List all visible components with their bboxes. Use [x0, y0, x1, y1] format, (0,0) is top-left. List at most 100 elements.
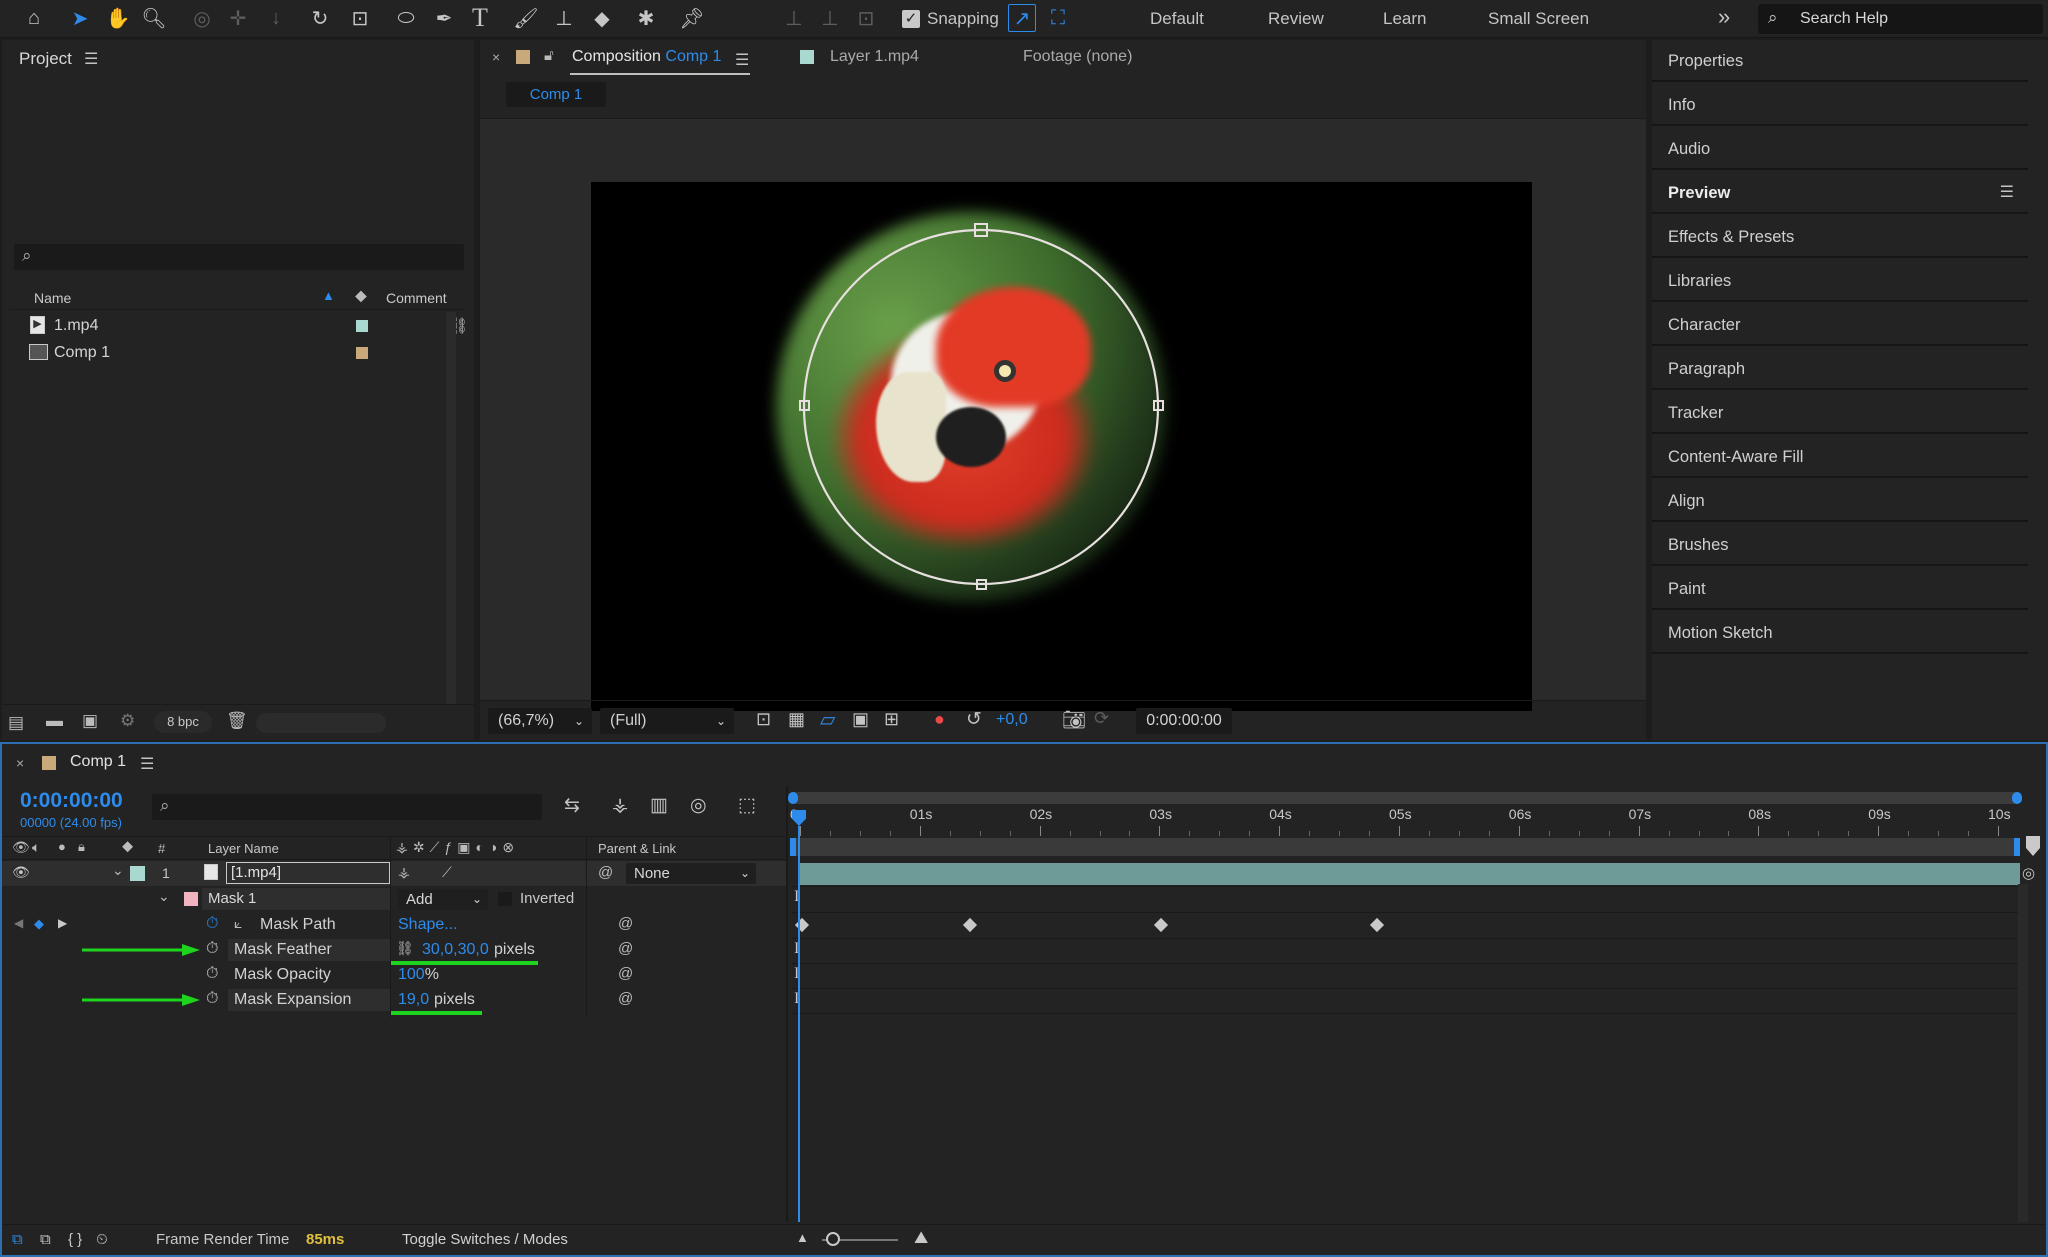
project-menu-icon[interactable]: ☰: [84, 49, 98, 69]
project-search-input[interactable]: ⌕: [14, 244, 464, 270]
mask-path-row[interactable]: ◀ ◆ ▶ ⏱︎ ⟀ Mask Path Shape... @: [2, 913, 786, 938]
snapshot-camera-icon[interactable]: 📷︎: [1062, 708, 1086, 732]
constrain-proportions-icon[interactable]: ⛓: [396, 940, 414, 957]
layer-switches-pane-icon[interactable]: ⧉: [12, 1231, 23, 1248]
snapping-checkbox[interactable]: ✓: [902, 10, 920, 28]
in-out-pane-icon[interactable]: { }: [68, 1231, 82, 1248]
mask-expansion-value[interactable]: 19,0: [398, 991, 429, 1009]
pan-camera-icon[interactable]: ✛: [224, 4, 252, 32]
inverted-checkbox[interactable]: [498, 892, 512, 906]
bit-depth-button[interactable]: 8 bpc: [154, 711, 212, 733]
next-keyframe-icon[interactable]: ▶: [58, 916, 67, 930]
shy-layers-icon[interactable]: ▥: [650, 794, 668, 817]
mask-opacity-row[interactable]: ⏱︎ Mask Opacity 100% @: [2, 963, 786, 988]
side-panel-properties[interactable]: Properties: [1652, 40, 2028, 82]
workspace-small-screen[interactable]: Small Screen: [1488, 9, 1589, 29]
comp-mini-flowchart-icon[interactable]: ⇆: [564, 794, 580, 817]
duration-start-handle[interactable]: [790, 838, 796, 856]
reset-exposure-icon[interactable]: ↺: [966, 708, 982, 731]
previous-keyframe-icon[interactable]: ◀: [14, 916, 23, 930]
rotate-tool-icon[interactable]: ↻: [306, 4, 334, 32]
comp-navigator-tab[interactable]: Comp 1: [506, 82, 606, 107]
workspace-default[interactable]: Default: [1150, 9, 1204, 29]
transfer-controls-pane-icon[interactable]: ⧉: [40, 1231, 51, 1248]
home-icon[interactable]: ⌂: [20, 4, 48, 32]
interpret-footage-icon[interactable]: ▤: [8, 713, 24, 733]
playhead-line[interactable]: [798, 826, 800, 1222]
current-time-display[interactable]: 0:00:00:00: [20, 789, 123, 813]
workspace-review[interactable]: Review: [1268, 9, 1324, 29]
snap-points-icon[interactable]: ⛶: [1044, 4, 1072, 32]
composition-frame[interactable]: [591, 182, 1532, 711]
video-switch-icon[interactable]: 👁︎: [12, 839, 30, 856]
expression-pickwhip-icon[interactable]: @: [618, 915, 633, 932]
project-item[interactable]: Comp 1: [10, 339, 464, 366]
project-item[interactable]: ▶ 1.mp4 ⛓: [10, 312, 468, 339]
side-panel-content-aware-fill[interactable]: Content-Aware Fill: [1652, 436, 2028, 478]
preview-menu-icon[interactable]: ☰: [2000, 172, 2014, 214]
graph-editor-icon[interactable]: ⬚: [738, 794, 756, 817]
new-folder-icon[interactable]: ▬: [46, 711, 63, 731]
side-panel-motion-sketch[interactable]: Motion Sketch: [1652, 612, 2028, 654]
mask-feather-row[interactable]: ⏱︎ Mask Feather ⛓ 30,0,30,0 pixels @: [2, 938, 786, 965]
mask-opacity-field[interactable]: 100%: [398, 966, 439, 984]
timeline-tab-title[interactable]: Comp 1: [70, 753, 126, 771]
workspace-learn[interactable]: Learn: [1383, 9, 1426, 29]
world-axis-icon[interactable]: ⊥: [816, 4, 844, 32]
side-panel-info[interactable]: Info: [1652, 84, 2028, 126]
mask-path-keyframe[interactable]: [962, 917, 977, 933]
work-area-end-handle[interactable]: [2012, 792, 2022, 804]
pick-whip-icon[interactable]: @: [598, 864, 613, 881]
zoom-tool-icon[interactable]: 🔍︎: [140, 4, 168, 32]
layer-label-color[interactable]: [130, 866, 145, 881]
selection-tool-icon[interactable]: ➤: [66, 4, 94, 32]
eraser-tool-icon[interactable]: ◆: [588, 4, 616, 32]
pan-behind-icon[interactable]: ⊡: [346, 4, 374, 32]
resolution-dropdown[interactable]: (Full) ⌄: [600, 708, 734, 734]
dolly-camera-icon[interactable]: ↓: [262, 4, 290, 32]
side-panel-paint[interactable]: Paint: [1652, 568, 2028, 610]
side-panel-tracker[interactable]: Tracker: [1652, 392, 2028, 434]
region-of-interest-icon[interactable]: ▣: [852, 709, 869, 730]
orbit-camera-icon[interactable]: ◎: [188, 4, 216, 32]
tab-composition[interactable]: Composition Comp 1: [572, 48, 721, 66]
project-settings-icon[interactable]: ⚙: [120, 711, 135, 731]
ellipse-tool-icon[interactable]: ⬭: [392, 4, 420, 32]
zoom-in-icon[interactable]: ⛰: [914, 1228, 928, 1248]
quality-switch-icon[interactable]: ⟋: [442, 864, 452, 881]
mask-path-value[interactable]: Shape...: [398, 916, 458, 934]
workspace-overflow-button[interactable]: »: [1718, 4, 1730, 30]
layer-out-point-icon[interactable]: ◎: [2022, 864, 2035, 882]
label-color-swatch[interactable]: [356, 320, 368, 332]
trash-icon[interactable]: 🗑︎: [226, 711, 248, 731]
stopwatch-icon[interactable]: ⏱︎: [206, 990, 218, 1008]
timeline-menu-icon[interactable]: ☰: [140, 754, 154, 774]
expand-chevron-icon[interactable]: ⌄: [112, 862, 124, 879]
mask-expansion-row[interactable]: ⏱︎ Mask Expansion 19,0 pixels @: [2, 988, 786, 1015]
layer-name-field[interactable]: [1.mp4]: [226, 862, 390, 884]
composition-menu-icon[interactable]: ☰: [735, 50, 749, 70]
viewer-canvas-area[interactable]: [480, 119, 1646, 711]
mask-mode-dropdown[interactable]: Add ⌄: [398, 889, 488, 910]
expression-pickwhip-icon[interactable]: @: [618, 940, 633, 957]
column-parent-link[interactable]: Parent & Link: [598, 841, 676, 856]
duration-end-handle[interactable]: [2014, 838, 2020, 856]
audio-switch-icon[interactable]: 🔈︎: [32, 839, 40, 856]
solo-switch-icon[interactable]: ●: [58, 839, 66, 854]
show-snapshot-icon[interactable]: ⟳: [1094, 708, 1109, 729]
magnification-dropdown[interactable]: (66,7%) ⌄: [488, 708, 592, 734]
mask-path-keyframe[interactable]: [1154, 917, 1169, 933]
project-scrollbar[interactable]: [446, 312, 456, 704]
zoom-out-icon[interactable]: ▲: [796, 1230, 809, 1245]
snap-edges-icon[interactable]: ↗: [1008, 4, 1036, 32]
tab-footage[interactable]: Footage (none): [1023, 48, 1132, 66]
render-time-pane-icon[interactable]: ⏲: [96, 1231, 108, 1248]
hand-tool-icon[interactable]: ✋: [104, 4, 132, 32]
fast-previews-icon[interactable]: ⊡: [756, 709, 771, 730]
lock-icon[interactable]: 🔓︎: [544, 47, 554, 64]
search-help-field[interactable]: ⌕ Search Help: [1758, 4, 2043, 34]
close-tab-icon[interactable]: ×: [16, 755, 24, 771]
viewer-timecode[interactable]: 0:00:00:00: [1136, 708, 1232, 734]
clone-stamp-icon[interactable]: ⊥: [550, 4, 578, 32]
color-channels-icon[interactable]: ●: [934, 709, 945, 730]
